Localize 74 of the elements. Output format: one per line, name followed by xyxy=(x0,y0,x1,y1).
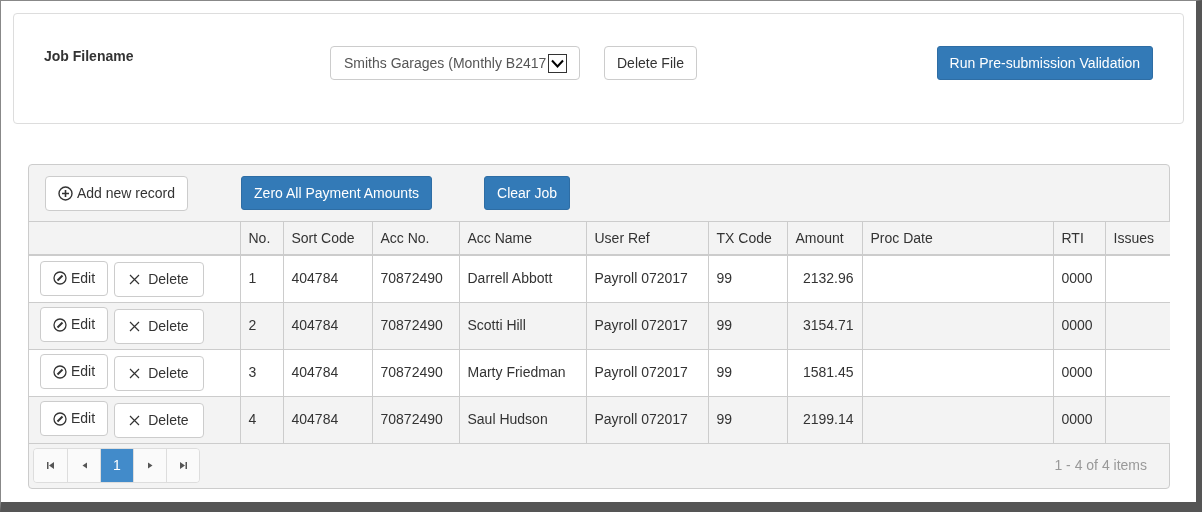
table-cell: 404784 xyxy=(291,270,339,287)
column-header: RTI xyxy=(1053,222,1105,255)
add-record-button[interactable]: Add new record xyxy=(45,175,189,211)
table-cell: 3154.71 xyxy=(802,317,854,333)
column-header: TX Code xyxy=(708,222,787,255)
delete-file-button[interactable]: Delete File xyxy=(604,46,697,80)
table-cell: 1 xyxy=(248,270,257,287)
edit-button[interactable]: Edit xyxy=(40,401,109,437)
table-cell: Payroll 072017 xyxy=(594,270,688,287)
table-cell: 99 xyxy=(716,411,733,427)
file-select[interactable]: Smiths Garages (Monthly B2417 xyxy=(330,46,580,80)
table-cell: 0000 xyxy=(1061,317,1093,333)
table-cell: 70872490 xyxy=(380,411,443,427)
validate-button[interactable]: Run Pre-submission Validation xyxy=(936,46,1153,80)
table-cell: 70872490 xyxy=(380,317,443,333)
table-cell: 404784 xyxy=(291,411,339,427)
table-cell: 0000 xyxy=(1061,270,1093,287)
close-icon xyxy=(129,320,141,332)
table-cell: 99 xyxy=(716,364,733,380)
table-cell: 1581.45 xyxy=(802,364,854,380)
dropdown-caret-icon[interactable] xyxy=(548,53,567,73)
table-cell: Payroll 072017 xyxy=(594,364,688,380)
table-cell: 99 xyxy=(716,317,733,333)
column-header: No. xyxy=(240,222,283,255)
edit-icon xyxy=(53,364,67,379)
table-cell: Payroll 072017 xyxy=(594,411,688,427)
table-cell: Darrell Abbott xyxy=(467,270,553,287)
table-cell: 2 xyxy=(248,317,257,333)
delete-button[interactable]: Delete xyxy=(114,262,204,297)
last-page-button[interactable] xyxy=(166,449,199,482)
table-cell: Marty Friedman xyxy=(467,364,566,380)
table-cell: 404784 xyxy=(291,317,339,333)
close-icon xyxy=(129,367,141,379)
close-icon xyxy=(129,414,141,426)
column-header: Proc Date xyxy=(862,222,1053,255)
zero-amounts-button[interactable]: Zero All Payment Amounts xyxy=(241,176,433,210)
table-cell: 0000 xyxy=(1061,364,1093,380)
column-header: Amount xyxy=(787,222,862,255)
last-page-icon xyxy=(178,461,188,470)
close-icon xyxy=(129,274,141,285)
pager-summary: 1 - 4 of 4 items xyxy=(1054,456,1148,475)
table-cell: Scotti Hill xyxy=(467,317,526,333)
add-icon xyxy=(58,185,73,201)
edit-button[interactable]: Edit xyxy=(40,307,109,343)
column-header: Acc Name xyxy=(459,222,586,255)
edit-button[interactable]: Edit xyxy=(40,260,109,296)
table-cell: 3 xyxy=(248,364,257,380)
table-cell: Payroll 072017 xyxy=(594,317,688,333)
table-cell: 2199.14 xyxy=(802,411,854,427)
table-cell: 4 xyxy=(248,411,257,427)
edit-button[interactable]: Edit xyxy=(40,354,109,390)
edit-icon xyxy=(53,411,67,426)
edit-icon xyxy=(53,317,67,332)
column-header: Acc No. xyxy=(372,222,459,255)
table-cell: 404784 xyxy=(291,364,339,380)
first-page-icon xyxy=(46,461,55,470)
next-page-icon xyxy=(145,461,155,470)
page-button[interactable]: 1 xyxy=(100,449,133,482)
delete-button[interactable]: Delete xyxy=(114,402,204,438)
column-header: Sort Code xyxy=(283,222,372,255)
table-cell: 70872490 xyxy=(380,270,443,287)
clear-job-button[interactable]: Clear Job xyxy=(484,176,570,210)
column-header: User Ref xyxy=(586,222,708,255)
table-cell: 70872490 xyxy=(380,364,443,380)
edit-icon xyxy=(53,271,67,285)
job-filename-label: Job Filename xyxy=(44,47,135,66)
table-cell: 0000 xyxy=(1061,411,1093,427)
table-cell: Saul Hudson xyxy=(467,411,548,427)
table-cell: 99 xyxy=(716,270,733,287)
delete-button[interactable]: Delete xyxy=(114,308,204,344)
column-header: Issues xyxy=(1105,222,1170,255)
delete-button[interactable]: Delete xyxy=(114,355,204,391)
first-page-button[interactable] xyxy=(34,449,67,482)
table-cell: 2132.96 xyxy=(802,270,854,287)
